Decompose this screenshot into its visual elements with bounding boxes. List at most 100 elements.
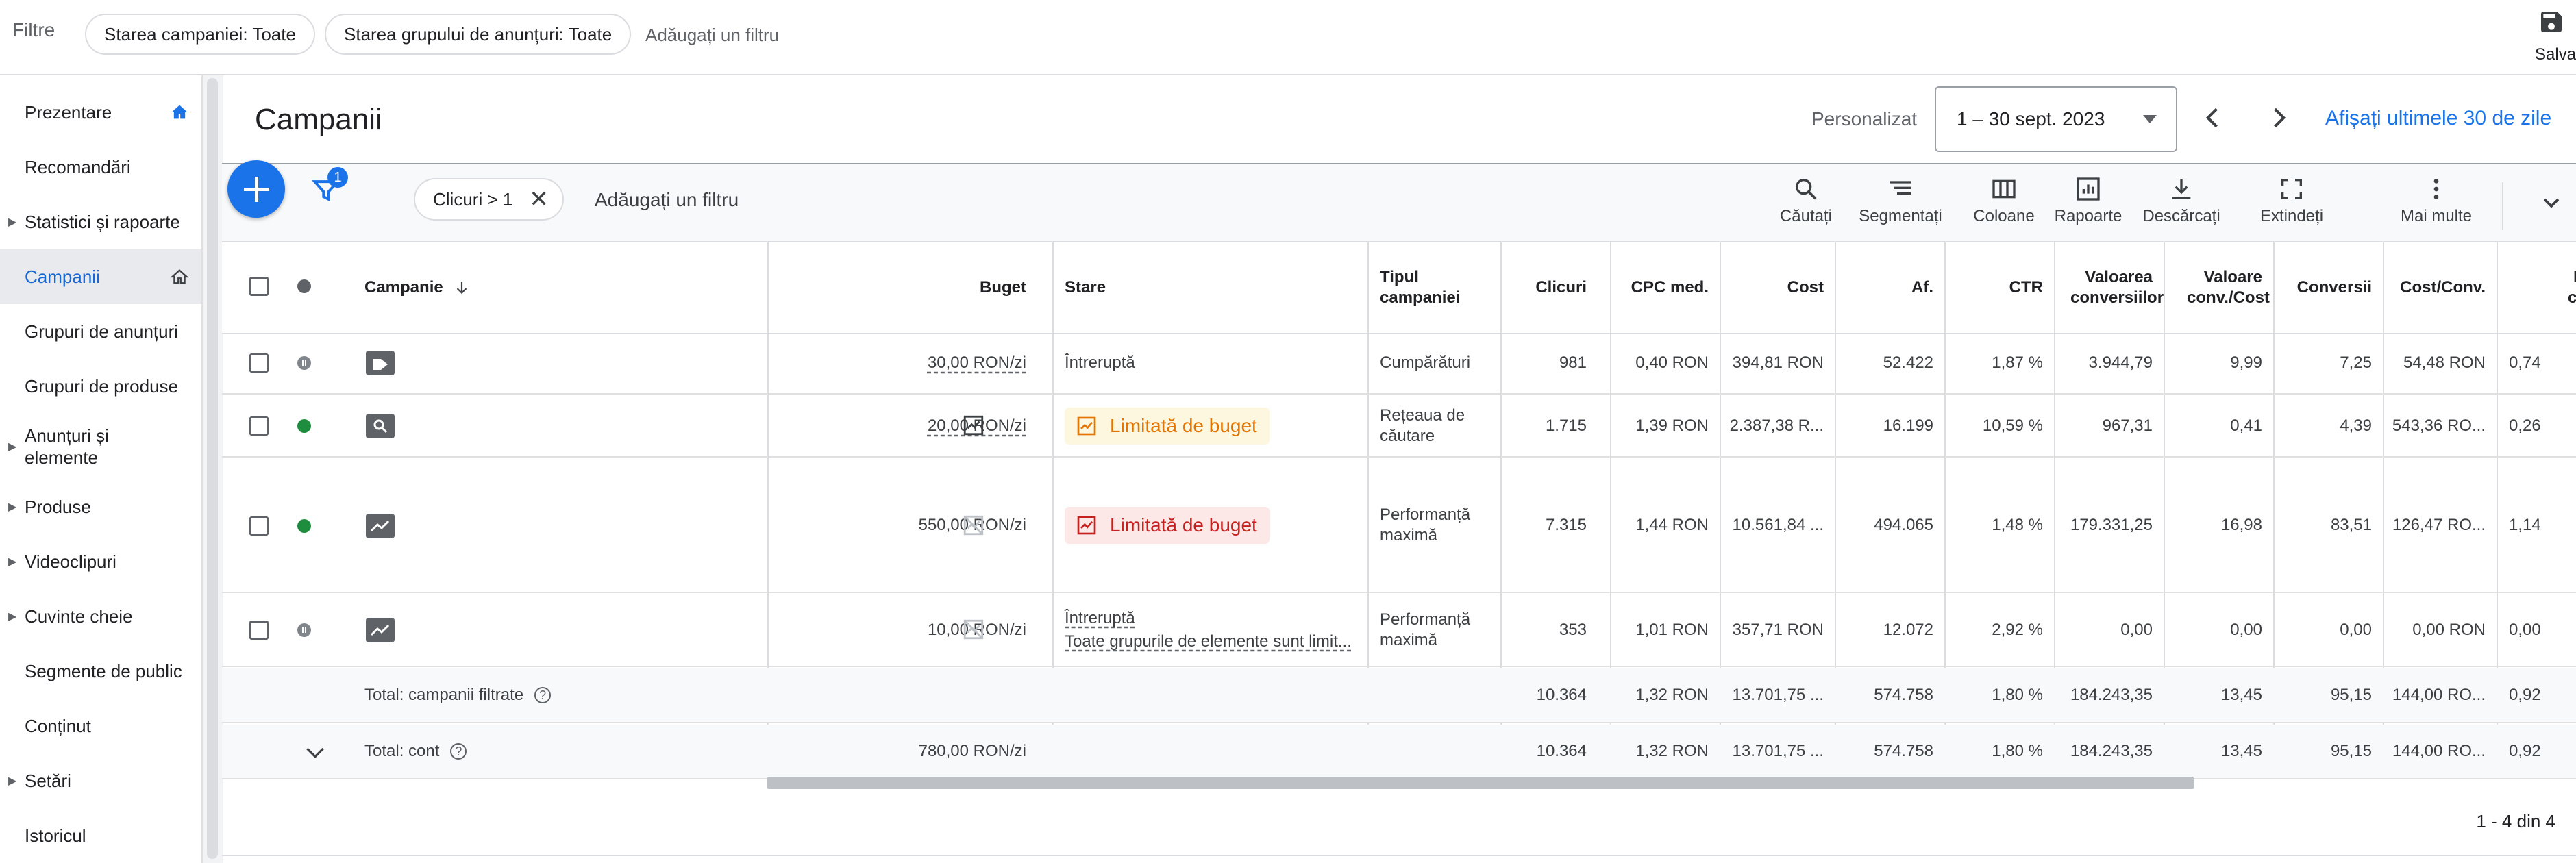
sidebar-item-label: Grupuri de produse [25, 375, 179, 397]
sidebar-item-cuvinte-cheie[interactable]: ▶ Cuvinte cheie [0, 589, 201, 644]
row-checkbox[interactable] [249, 416, 269, 436]
status-detail-text[interactable]: Toate grupurile de elemente sunt limit..… [1065, 630, 1352, 653]
previous-period-icon[interactable] [2198, 103, 2228, 133]
sidebar-item-label: Recomandări [25, 156, 131, 177]
search-label: Căutați [1779, 207, 1833, 225]
save-button[interactable]: Salvați [2525, 7, 2576, 68]
budget-cell[interactable]: 20,00 RON/zi [769, 396, 1043, 456]
column-ctr[interactable]: CTR [1944, 242, 2054, 333]
row-checkbox[interactable] [249, 516, 269, 536]
search-button[interactable]: Căutați [1772, 175, 1840, 237]
campaign-name-area[interactable] [633, 334, 767, 707]
table-row[interactable]: 20,00 RON/zi Limitată de buget Rețeaua d… [222, 396, 2576, 458]
date-range-picker[interactable]: 1 – 30 sept. 2023 [1935, 86, 2177, 152]
column-conv-value[interactable]: Valoarea conversiilor [2054, 242, 2164, 333]
sidebar-item-label: Grupuri de anunțuri [25, 321, 179, 342]
more-button[interactable]: Mai multe [2394, 175, 2479, 237]
column-conv-rate[interactable]: Rata conv. [2497, 242, 2576, 333]
sidebar-item-grupuri-produse[interactable]: Grupuri de produse [0, 359, 201, 414]
expand-button[interactable]: Extindeți [2254, 175, 2329, 237]
column-conversions[interactable]: Conversii [2273, 242, 2383, 333]
sidebar-item-prezentare[interactable]: Prezentare [0, 85, 201, 140]
status-text[interactable]: Întreruptă [1065, 607, 1352, 630]
chevron-down-icon[interactable] [2538, 189, 2565, 216]
column-budget[interactable]: Buget [769, 242, 1043, 333]
sidebar-item-videoclipuri[interactable]: ▶ Videoclipuri [0, 534, 201, 589]
segment-button[interactable]: Segmentați [1853, 175, 1948, 237]
budget-chart-disabled-icon[interactable] [962, 514, 985, 537]
budget-chart-disabled-icon[interactable] [962, 618, 985, 641]
sidebar-item-istoricul[interactable]: Istoricul [0, 808, 201, 863]
sidebar-item-produse[interactable]: ▶ Produse [0, 479, 201, 534]
paused-status-icon[interactable] [297, 623, 311, 637]
row-checkbox[interactable] [249, 353, 269, 373]
sidebar-item-campanii[interactable]: Campanii [0, 249, 201, 304]
row-checkbox[interactable] [249, 621, 269, 640]
sidebar-item-grupuri-anunturi[interactable]: Grupuri de anunțuri [0, 304, 201, 359]
column-conv-value-cost[interactable]: Valoare conv./Cost [2164, 242, 2273, 333]
column-cpc[interactable]: CPC med. [1610, 242, 1720, 333]
column-campaign[interactable]: Campanie [364, 242, 570, 333]
create-campaign-button[interactable] [227, 160, 285, 218]
add-filter-link[interactable]: Adăugați un filtru [645, 25, 779, 46]
column-label: Stare [1065, 278, 1106, 297]
enabled-status-icon[interactable] [297, 419, 311, 433]
conv-rate-cell: 1,14 [2509, 516, 2541, 534]
budget-chart-icon[interactable] [962, 414, 985, 437]
status-text: Întreruptă [1065, 353, 1135, 372]
limited-by-budget-badge[interactable]: Limitată de buget [1065, 408, 1270, 445]
select-all-checkbox[interactable] [249, 277, 269, 296]
table-row[interactable]: 30,00 RON/zi Întreruptă Cumpărături 981 … [222, 333, 2576, 395]
table-row[interactable]: 550,00 RON/zi Limitată de buget Performa… [222, 459, 2576, 593]
column-type[interactable]: Tipul campaniei [1380, 242, 1489, 333]
total-row-account: Total: cont ? 780,00 RON/zi 10.364 1,32 … [222, 725, 2576, 779]
next-period-icon[interactable] [2264, 103, 2294, 133]
sidebar-item-anunturi-elemente[interactable]: ▶ Anunțuri și elemente [0, 414, 201, 479]
limited-by-budget-badge[interactable]: Limitată de buget [1065, 507, 1270, 544]
column-impressions[interactable]: Af. [1835, 242, 1944, 333]
column-label: Rata conv. [2568, 268, 2576, 307]
sidebar-item-segmente-public[interactable]: Segmente de public [0, 644, 201, 699]
type-text: Performanță maximă [1380, 505, 1471, 545]
type-text: Performanță maximă [1380, 610, 1471, 649]
budget-cell[interactable]: 30,00 RON/zi [769, 333, 1043, 393]
horizontal-scrollbar[interactable] [767, 777, 2194, 789]
campaign-status-filter-chip[interactable]: Starea campaniei: Toate [85, 14, 315, 55]
reports-button[interactable]: Rapoarte [2047, 175, 2129, 237]
column-status[interactable]: Stare [1065, 242, 1352, 333]
close-icon[interactable]: ✕ [529, 188, 549, 211]
chevron-down-icon[interactable] [301, 738, 329, 766]
conversions-cell: 0,00 [2340, 621, 2372, 639]
sidebar-item-continut[interactable]: Conținut [0, 699, 201, 753]
column-cost[interactable]: Cost [1720, 242, 1835, 333]
sidebar-item-recomandari[interactable]: Recomandări [0, 140, 201, 195]
download-button[interactable]: Descărcați [2133, 175, 2229, 237]
cost-cell: 13.701,75 ... [1732, 686, 1824, 704]
filter-count-badge: 1 [327, 167, 348, 188]
more-label: Mai multe [2400, 207, 2473, 225]
help-icon[interactable]: ? [450, 743, 467, 760]
columns-button[interactable]: Coloane [1966, 175, 2042, 237]
cost-conv-cell: 0,00 RON [2412, 621, 2486, 639]
sidebar-item-statistici[interactable]: ▶ Statistici și rapoarte [0, 195, 201, 249]
columns-icon [1992, 179, 2016, 199]
clicks-filter-chip[interactable]: Clicuri > 1 ✕ [414, 178, 564, 221]
sidebar-item-setari[interactable]: ▶ Setări [0, 753, 201, 808]
budget-cell[interactable]: 10,00 RON/zi [769, 595, 1043, 666]
column-cost-conv[interactable]: Cost/Conv. [2383, 242, 2497, 333]
paused-status-icon[interactable] [297, 356, 311, 370]
show-last-30-days-link[interactable]: Afișați ultimele 30 de zile [2325, 107, 2551, 130]
scrollbar-thumb[interactable] [207, 78, 218, 859]
arrow-down-icon [456, 282, 467, 295]
limited-label: Limitată de buget [1110, 514, 1257, 536]
conversions-cell: 4,39 [2340, 416, 2372, 435]
budget-cell[interactable]: 550,00 RON/zi [769, 459, 1043, 592]
add-filter-button[interactable]: Adăugați un filtru [595, 189, 739, 211]
help-icon[interactable]: ? [534, 687, 552, 703]
column-clicks[interactable]: Clicuri [1500, 242, 1598, 333]
sidebar-scrollbar[interactable] [201, 75, 223, 863]
clicks-filter-label: Clicuri > 1 [433, 188, 513, 210]
enabled-status-icon[interactable] [297, 519, 311, 533]
table-row[interactable]: 10,00 RON/zi Întreruptă Toate grupurile … [222, 595, 2576, 667]
adgroup-status-filter-chip[interactable]: Starea grupului de anunțuri: Toate [325, 14, 632, 55]
